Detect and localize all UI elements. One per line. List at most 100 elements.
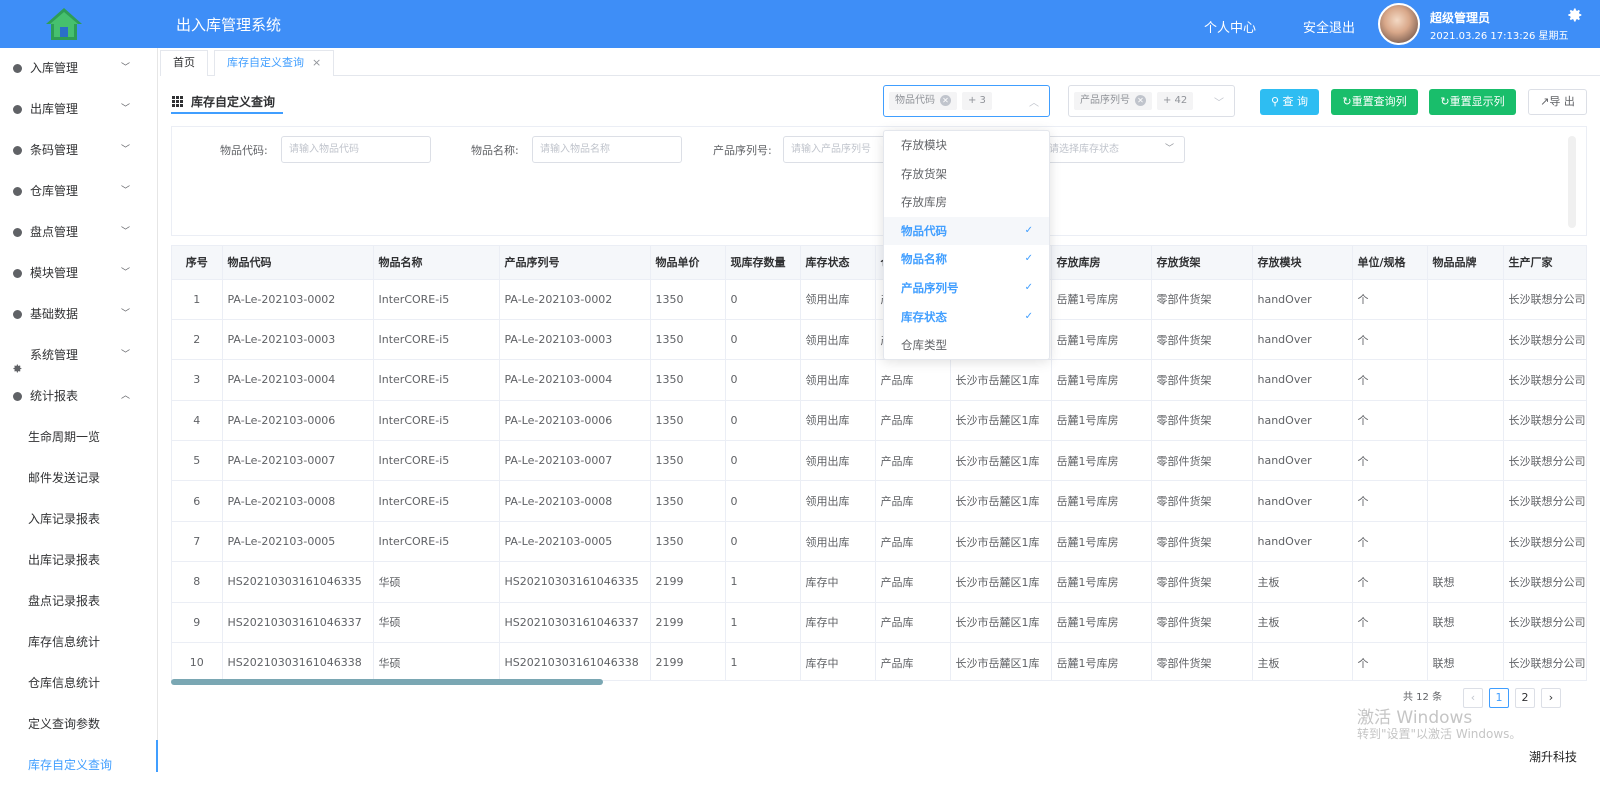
sidebar-menu-4[interactable]: 盘点管理 ﹀ — [0, 212, 157, 253]
sidebar-menu-6[interactable]: 基础数据 ﹀ — [0, 294, 157, 335]
page-1-button[interactable]: 1 — [1489, 688, 1509, 708]
gear-icon — [12, 350, 23, 373]
table-row[interactable]: 6 PA-Le-202103-0008 InterCORE-i5 PA-Le-2021… — [172, 480, 1586, 522]
table-cell: 产品库 — [875, 521, 951, 563]
table-cell: 2199 — [650, 602, 726, 644]
table-row[interactable]: 7 PA-Le-202103-0005 InterCORE-i5 PA-Le-2021… — [172, 521, 1586, 563]
next-page-button[interactable]: › — [1541, 688, 1561, 708]
logout-link[interactable]: 安全退出 — [1303, 17, 1355, 36]
reset-query-label: 重置查询列 — [1351, 95, 1407, 108]
dropdown-option[interactable]: 存放货架 — [884, 160, 1049, 189]
table-row[interactable]: 2 PA-Le-202103-0003 InterCORE-i5 PA-Le-2021… — [172, 319, 1586, 361]
table-row[interactable]: 5 PA-Le-202103-0007 InterCORE-i5 PA-Le-2021… — [172, 440, 1586, 482]
table-cell: 7 — [172, 521, 223, 563]
column-header[interactable]: 物品代码 — [222, 246, 374, 280]
sidebar-sub-item-1[interactable]: 邮件发送记录 — [0, 458, 157, 499]
column-header[interactable]: 物品品牌 — [1427, 246, 1504, 280]
table-cell: 零部件货架 — [1151, 521, 1253, 563]
query-columns-select[interactable]: 物品代码 ✕ + 3 ︿ — [883, 85, 1050, 117]
sidebar-menu-3[interactable]: 仓库管理 ﹀ — [0, 171, 157, 212]
sidebar-menu-1[interactable]: 出库管理 ﹀ — [0, 89, 157, 130]
dot-icon — [13, 310, 22, 319]
dropdown-option[interactable]: 仓库类型 — [884, 331, 1049, 359]
table-row[interactable]: 1 PA-Le-202103-0002 InterCORE-i5 PA-Le-2021… — [172, 279, 1586, 320]
sidebar-menu-7[interactable]: 系统管理 ﹀ — [0, 335, 157, 376]
dropdown-option[interactable]: 存放库房 — [884, 188, 1049, 217]
dropdown-option[interactable]: 库存状态 ✓ — [884, 303, 1049, 332]
personal-center-link[interactable]: 个人中心 — [1204, 17, 1256, 36]
display-columns-select[interactable]: 产品序列号 ✕ + 42 ﹀ — [1068, 85, 1235, 117]
sidebar-sub-item-7[interactable]: 定义查询参数 — [0, 704, 157, 745]
column-header[interactable]: 物品名称 — [373, 246, 500, 280]
table-row[interactable]: 8 HS20210303161046335 华硕 HS2021030316104633… — [172, 561, 1586, 603]
close-icon[interactable]: × — [312, 56, 321, 69]
avatar[interactable] — [1378, 3, 1420, 45]
column-header[interactable]: 单位/规格 — [1352, 246, 1428, 280]
page-2-button[interactable]: 2 — [1515, 688, 1535, 708]
horizontal-scrollbar[interactable] — [171, 679, 603, 685]
tag-label: 产品序列号 — [1080, 95, 1130, 106]
table-cell: 9 — [172, 602, 223, 644]
sidebar-sub-item-0[interactable]: 生命周期一览 — [0, 417, 157, 458]
sidebar-menu-5[interactable]: 模块管理 ﹀ — [0, 253, 157, 294]
sidebar-sub-item-2[interactable]: 入库记录报表 — [0, 499, 157, 540]
serial-number-label: 产品序列号: — [713, 144, 772, 157]
column-header[interactable]: 序号 — [172, 246, 223, 280]
sidebar-sub-item-5[interactable]: 库存信息统计 — [0, 622, 157, 663]
table-cell: 零部件货架 — [1151, 319, 1253, 361]
column-header[interactable]: 物品单价 — [650, 246, 726, 280]
column-header[interactable]: 存放模块 — [1252, 246, 1353, 280]
chevron-down-icon: ﹀ — [121, 145, 131, 155]
tag-close-icon[interactable]: ✕ — [940, 95, 951, 106]
sidebar-menu-0[interactable]: 入库管理 ﹀ — [0, 48, 157, 89]
home-logo-icon — [46, 8, 82, 40]
dot-icon — [13, 228, 22, 237]
reset-query-columns-button[interactable]: ↻重置查询列 — [1331, 89, 1418, 115]
column-header[interactable]: 生产厂家 — [1503, 246, 1586, 280]
table-row[interactable]: 10 HS20210303161046338 华硕 HS202103031610463… — [172, 642, 1586, 680]
selected-tag: 产品序列号 ✕ — [1074, 92, 1152, 110]
dropdown-option[interactable]: 存放模块 — [884, 131, 1049, 160]
dropdown-option[interactable]: 产品序列号 ✓ — [884, 274, 1049, 303]
tab-inventory-query[interactable]: 库存自定义查询 × — [214, 50, 335, 76]
column-header[interactable]: 现库存数量 — [725, 246, 801, 280]
column-header[interactable]: 存放货架 — [1151, 246, 1253, 280]
sidebar-sub-item-4[interactable]: 盘点记录报表 — [0, 581, 157, 622]
reset-display-columns-button[interactable]: ↻重置显示列 — [1429, 89, 1516, 115]
dropdown-option[interactable]: 物品名称 ✓ — [884, 245, 1049, 274]
filter-scrollbar[interactable] — [1568, 136, 1576, 228]
sidebar-sub-item-6[interactable]: 仓库信息统计 — [0, 663, 157, 704]
table-row[interactable]: 9 HS20210303161046337 华硕 HS2021030316104633… — [172, 602, 1586, 644]
table-cell: 领用出库 — [800, 279, 876, 320]
column-header[interactable]: 存放库房 — [1051, 246, 1152, 280]
dropdown-option[interactable]: 物品代码 ✓ — [884, 216, 1049, 246]
item-code-input[interactable] — [281, 136, 431, 163]
reset-display-label: 重置显示列 — [1449, 95, 1505, 108]
query-button[interactable]: ⚲ 查 询 — [1260, 89, 1319, 115]
table-cell: InterCORE-i5 — [373, 480, 500, 522]
column-header[interactable]: 产品序列号 — [499, 246, 651, 280]
title-underline — [171, 112, 283, 114]
sidebar-menu-8[interactable]: 统计报表 ︿ — [0, 376, 157, 417]
tab-home[interactable]: 首页 — [160, 50, 208, 76]
table-cell — [1427, 521, 1504, 563]
column-header[interactable]: 库存状态 — [800, 246, 876, 280]
activation-watermark-text: 转到"设置"以激活 Windows。 — [1357, 727, 1522, 741]
sidebar-sub-item-8[interactable]: 库存自定义查询 — [0, 745, 157, 786]
table-cell: 岳麓1号库房 — [1051, 561, 1152, 603]
table-cell: 1 — [172, 279, 223, 320]
table-cell: 长沙市岳麓区1库 — [950, 642, 1052, 680]
tag-close-icon[interactable]: ✕ — [1135, 95, 1146, 106]
export-button[interactable]: ↗导 出 — [1528, 89, 1587, 115]
sidebar-menu-2[interactable]: 条码管理 ﹀ — [0, 130, 157, 171]
table-cell: handOver — [1252, 359, 1353, 401]
table-row[interactable]: 3 PA-Le-202103-0004 InterCORE-i5 PA-Le-2021… — [172, 359, 1586, 401]
table-cell: 个 — [1352, 602, 1428, 644]
item-name-input[interactable] — [532, 136, 682, 163]
gear-icon[interactable] — [1566, 6, 1584, 24]
table-row[interactable]: 4 PA-Le-202103-0006 InterCORE-i5 PA-Le-2021… — [172, 400, 1586, 442]
table-cell: 华硕 — [373, 642, 500, 680]
table-cell: InterCORE-i5 — [373, 359, 500, 401]
table-cell: PA-Le-202103-0008 — [222, 480, 374, 522]
sidebar-sub-item-3[interactable]: 出库记录报表 — [0, 540, 157, 581]
